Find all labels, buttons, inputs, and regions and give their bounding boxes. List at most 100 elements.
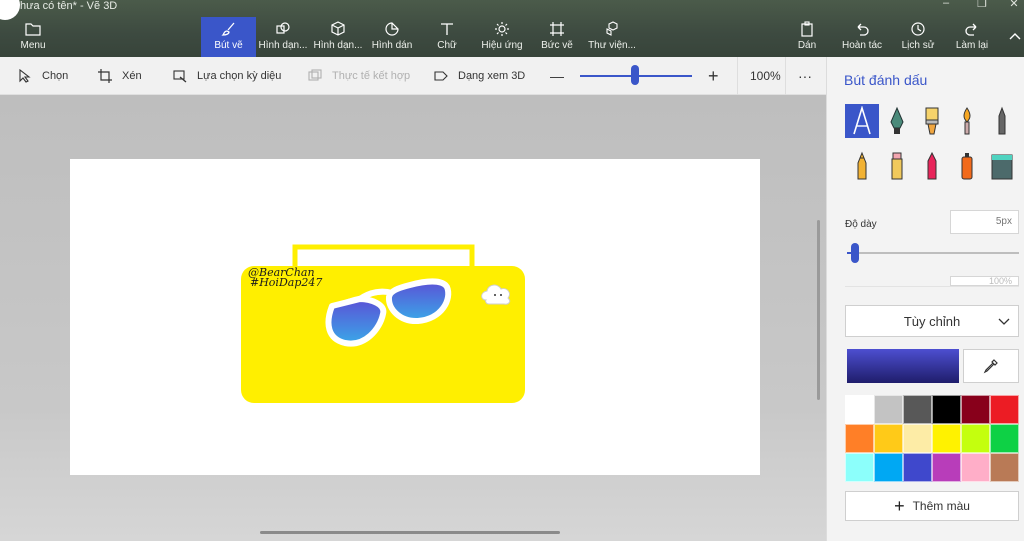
close-button[interactable]: ✕ (1004, 0, 1024, 11)
maximize-button[interactable]: ❐ (972, 0, 992, 11)
tool-2d-shapes[interactable]: Hình dạn... (256, 17, 310, 57)
brush-fill[interactable] (985, 149, 1019, 183)
tool-3d-library[interactable]: Thư viện... (588, 17, 636, 57)
window-title: hưa có tên* - Vẽ 3D (20, 0, 118, 12)
magic-select-tool[interactable]: Lựa chọn kỳ diệu (173, 57, 281, 95)
zoom-in-button[interactable]: + (708, 57, 719, 95)
palette-swatch[interactable] (961, 453, 990, 482)
tool-label: Chữ (437, 40, 457, 51)
palette-swatch[interactable] (961, 395, 990, 424)
tool-label: Hình dán (371, 40, 413, 51)
add-color-button[interactable]: + Thêm màu (845, 491, 1019, 521)
folder-icon (25, 23, 41, 36)
palette-swatch[interactable] (932, 453, 961, 482)
view-3d-toggle[interactable]: Dạng xem 3D (434, 57, 525, 95)
brush-pencil[interactable] (985, 104, 1019, 138)
brush-watercolor[interactable] (950, 104, 984, 138)
palette-swatch[interactable] (903, 395, 932, 424)
crop-tool[interactable]: Xén (98, 57, 142, 95)
history-button[interactable]: Lịch sử (898, 17, 938, 57)
mixed-reality-tool[interactable]: Thực tế kết hợp (308, 57, 410, 95)
thickness-input[interactable]: 5px (950, 210, 1019, 234)
tool-effects[interactable]: Hiệu ứng (480, 17, 524, 57)
finish-dropdown-label: Tùy chỉnh (903, 313, 961, 329)
menu-button[interactable]: Menu (14, 17, 52, 57)
crayon-icon (891, 152, 903, 180)
paste-button[interactable]: Dán (792, 17, 822, 57)
tool-label: Bức vẽ (541, 40, 573, 51)
undo-button[interactable]: Hoàn tác (840, 17, 884, 57)
oil-brush-icon (925, 107, 939, 135)
tool-3d-shapes[interactable]: Hình dạn... (311, 17, 365, 57)
tool-label: Thư viện... (588, 40, 636, 51)
brush-icon (220, 22, 234, 36)
collapse-chevron-icon[interactable] (1008, 30, 1022, 44)
brush-marker[interactable] (845, 104, 879, 138)
palette-swatch[interactable] (874, 395, 903, 424)
drawing-canvas[interactable]: @BearChan #HoiDap247 (70, 159, 760, 475)
brush-crayon[interactable] (880, 149, 914, 183)
palette-swatch[interactable] (874, 453, 903, 482)
secondary-toolbar: Chọn Xén Lựa chọn kỳ diệu Thực tế kết hợ… (0, 57, 826, 95)
eyedropper-button[interactable] (963, 349, 1019, 383)
palette-swatch[interactable] (845, 424, 874, 453)
paste-icon (801, 21, 813, 37)
thickness-slider-track[interactable] (847, 252, 1019, 254)
palette-swatch[interactable] (903, 453, 932, 482)
thickness-slider-thumb[interactable] (851, 243, 859, 263)
palette-swatch[interactable] (874, 424, 903, 453)
pencil-icon (998, 106, 1006, 135)
brush-highlighter[interactable] (950, 149, 984, 183)
magic-select-icon (173, 70, 187, 83)
minimize-button[interactable]: – (936, 0, 956, 11)
thickness-label: Độ dày (845, 219, 877, 230)
zoom-level[interactable]: 100% (750, 57, 781, 95)
toolbar-divider (737, 57, 738, 95)
crop-label: Xén (122, 70, 142, 82)
crop-icon (98, 69, 112, 83)
palette-swatch[interactable] (990, 395, 1019, 424)
tool-label: Bút vẽ (214, 40, 243, 51)
paste-label: Dán (797, 40, 817, 51)
tool-label: Hình dạn... (313, 40, 363, 51)
effects-icon (495, 22, 509, 36)
zoom-slider-thumb[interactable] (631, 65, 639, 85)
palette-swatch[interactable] (903, 424, 932, 453)
tool-text[interactable]: Chữ (432, 17, 462, 57)
plus-icon: + (894, 496, 905, 516)
select-tool[interactable]: Chọn (18, 57, 68, 95)
brush-pencil-2[interactable] (845, 149, 879, 183)
palette-swatch[interactable] (932, 424, 961, 453)
color-palette (845, 395, 1019, 482)
palette-swatch[interactable] (932, 395, 961, 424)
title-ribbon-bar: hưa có tên* - Vẽ 3D – ❐ ✕ Menu Bút vẽ Hì… (0, 0, 1024, 57)
palette-swatch[interactable] (845, 395, 874, 424)
current-color-swatch[interactable] (847, 349, 959, 383)
palette-swatch[interactable] (961, 424, 990, 453)
boombox-handle (292, 244, 475, 272)
tool-canvas[interactable]: Bức vẽ (538, 17, 576, 57)
vertical-scrollbar[interactable] (817, 220, 820, 400)
brush-calligraphy-pen[interactable] (880, 104, 914, 138)
palette-swatch[interactable] (845, 453, 874, 482)
toolbar-divider (785, 57, 786, 95)
redo-icon (965, 23, 977, 36)
text-icon (441, 23, 453, 35)
redo-button[interactable]: Làm lại (952, 17, 992, 57)
opacity-input[interactable]: 100% (950, 276, 1019, 286)
brush-oil[interactable] (915, 104, 949, 138)
select-arrow-icon (19, 69, 31, 83)
palette-swatch[interactable] (990, 453, 1019, 482)
tool-brushes[interactable]: Bút vẽ (201, 17, 256, 57)
brush-eraser[interactable] (915, 149, 949, 183)
finish-dropdown[interactable]: Tùy chỉnh (845, 305, 1019, 337)
pencil-icon (857, 151, 867, 180)
tool-stickers[interactable]: Hình dán (368, 17, 416, 57)
horizontal-scrollbar[interactable] (260, 531, 560, 534)
library-icon (606, 21, 618, 36)
canvas-icon (550, 22, 564, 36)
zoom-out-button[interactable]: — (550, 57, 564, 95)
select-label: Chọn (42, 70, 69, 82)
more-options-button[interactable]: ··· (798, 57, 812, 95)
palette-swatch[interactable] (990, 424, 1019, 453)
